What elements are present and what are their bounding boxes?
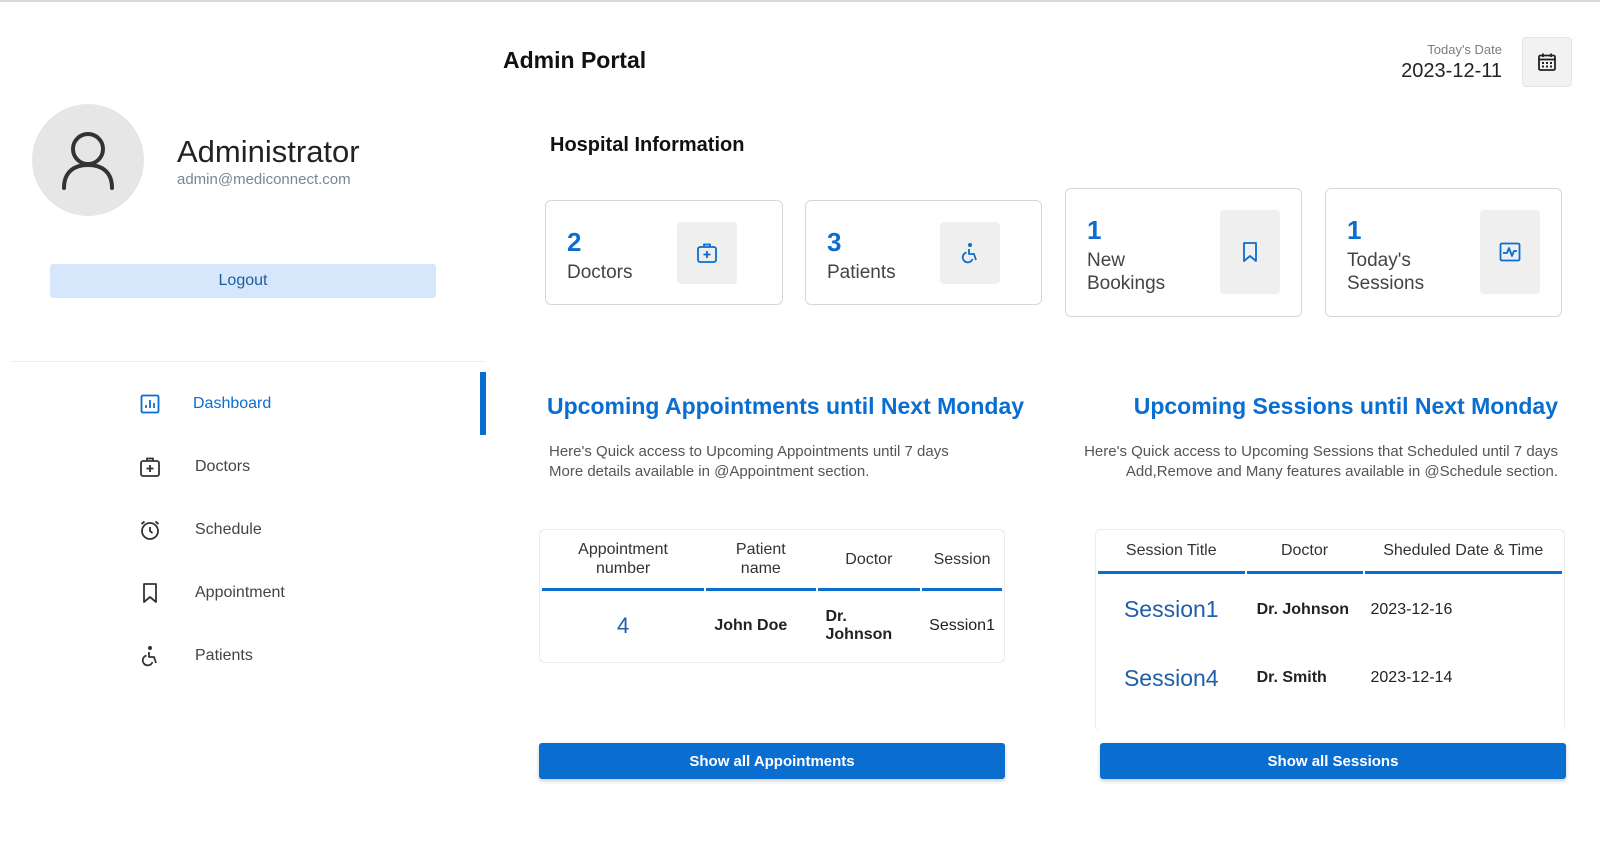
appointments-description: Here's Quick access to Upcoming Appointm… (549, 442, 949, 482)
doctor-name: Dr. Johnson (818, 591, 921, 661)
user-icon (62, 132, 114, 190)
stat-label: New Bookings (1087, 249, 1165, 295)
description-line: Add,Remove and Many features available i… (1125, 463, 1558, 480)
stat-label-line: Today's (1347, 250, 1411, 271)
column-header: Patient name (706, 530, 816, 591)
stat-label-line: New (1087, 250, 1126, 271)
sidebar-item-label: Doctors (195, 457, 251, 475)
appointments-table: Appointment number Patient name Doctor S… (539, 529, 1005, 663)
stat-label-line: Bookings (1087, 273, 1166, 294)
logout-button[interactable]: Logout (50, 264, 436, 298)
stat-card-doctors[interactable]: 2 Doctors (545, 200, 783, 305)
alarm-clock-icon (138, 518, 162, 542)
profile-email: admin@mediconnect.com (177, 171, 351, 188)
profile-name: Administrator (177, 134, 360, 169)
stat-value: 2 (567, 227, 582, 257)
stat-icon-box (1220, 210, 1280, 294)
stat-value: 1 (1087, 215, 1102, 245)
sidebar-menu: Dashboard Doctors Schedule Appointment P… (0, 372, 486, 687)
calendar-icon (1538, 53, 1556, 71)
patient-name: John Doe (714, 617, 788, 634)
dashboard-icon (138, 392, 162, 416)
sidebar-item-label: Patients (195, 646, 253, 664)
sidebar-item-schedule[interactable]: Schedule (0, 498, 486, 561)
appointment-number: 4 (616, 613, 630, 638)
sidebar-item-label: Dashboard (193, 394, 272, 412)
doctor-name: Dr. Smith (1256, 669, 1327, 686)
session-name: Session1 (929, 617, 995, 634)
stat-icon-box (1480, 210, 1540, 294)
description-line: Here's Quick access to Upcoming Sessions… (1084, 443, 1558, 460)
column-header-line: Appointment (578, 541, 668, 558)
description-line: More details available in @Appointment s… (549, 463, 870, 480)
session-date: 2023-12-14 (1370, 669, 1453, 686)
sidebar-divider (10, 361, 486, 362)
table-row[interactable]: Session4 Dr. Smith 2023-12-14 (1098, 645, 1562, 711)
stat-card-patients[interactable]: 3 Patients (805, 200, 1042, 305)
date-value: 2023-12-11 (1401, 60, 1502, 82)
page-title: Admin Portal (503, 47, 647, 73)
stat-label-line: Sessions (1347, 273, 1425, 294)
doctor-bag-icon (138, 455, 162, 479)
sessions-description: Here's Quick access to Upcoming Sessions… (1084, 442, 1558, 482)
stat-icon-box (677, 222, 737, 284)
activity-icon (1499, 242, 1521, 262)
stat-icon-box (940, 222, 1000, 284)
appointments-heading: Upcoming Appointments until Next Monday (547, 393, 1025, 419)
sidebar-item-label: Schedule (195, 520, 262, 538)
column-header-line: number (595, 560, 651, 577)
column-header: Doctor (817, 530, 921, 591)
sidebar-item-doctors[interactable]: Doctors (0, 435, 486, 498)
session-title: Session1 (1123, 596, 1219, 622)
table-row[interactable]: Session1 Dr. Johnson 2023-12-16 (1098, 574, 1562, 645)
session-title: Session4 (1123, 664, 1219, 691)
stat-label: Patients (827, 262, 896, 283)
doctor-bag-icon (697, 243, 717, 263)
column-header-line: Patient (735, 541, 786, 558)
bookmark-icon (1243, 242, 1257, 262)
stat-card-new-bookings[interactable]: 1 New Bookings (1065, 188, 1302, 317)
column-header: Appointment number (542, 530, 705, 591)
stat-value: 1 (1347, 215, 1362, 245)
description-line: Here's Quick access to Upcoming Appointm… (549, 443, 949, 460)
session-date: 2023-12-16 (1370, 600, 1453, 618)
column-header: Session Title (1098, 530, 1245, 574)
show-all-appointments-button[interactable]: Show all Appointments (539, 743, 1005, 779)
avatar (32, 104, 144, 216)
sidebar-item-label: Appointment (195, 583, 285, 601)
column-header-line: name (740, 560, 781, 577)
sessions-heading: Upcoming Sessions until Next Monday (1133, 393, 1558, 419)
column-header: Sheduled Date & Time (1364, 530, 1562, 574)
sidebar: Administrator admin@mediconnect.com Logo… (0, 0, 486, 843)
wheelchair-icon (961, 243, 977, 264)
sidebar-item-dashboard[interactable]: Dashboard (0, 372, 486, 435)
table-row[interactable]: 4 John Doe Dr. Johnson Session1 (542, 591, 1002, 661)
calendar-button[interactable] (1522, 37, 1572, 87)
doctor-name: Dr. Johnson (1256, 600, 1350, 618)
stat-card-todays-sessions[interactable]: 1 Today's Sessions (1325, 188, 1562, 317)
stat-label: Doctors (567, 262, 633, 283)
sessions-table: Session Title Doctor Sheduled Date & Tim… (1095, 529, 1565, 731)
doctor-name-line: Johnson (825, 626, 893, 643)
column-header: Session (922, 530, 1002, 591)
date-label: Today's Date (1427, 42, 1502, 57)
column-header: Doctor (1246, 530, 1363, 574)
sidebar-item-patients[interactable]: Patients (0, 624, 486, 687)
wheelchair-icon (138, 644, 162, 668)
bookmark-icon (138, 581, 162, 605)
show-all-sessions-button[interactable]: Show all Sessions (1100, 743, 1566, 779)
stat-value: 3 (827, 227, 842, 257)
doctor-name-line: Dr. (825, 608, 847, 625)
sidebar-item-appointment[interactable]: Appointment (0, 561, 486, 624)
hospital-info-title: Hospital Information (550, 134, 745, 156)
stat-label: Today's Sessions (1347, 249, 1424, 295)
